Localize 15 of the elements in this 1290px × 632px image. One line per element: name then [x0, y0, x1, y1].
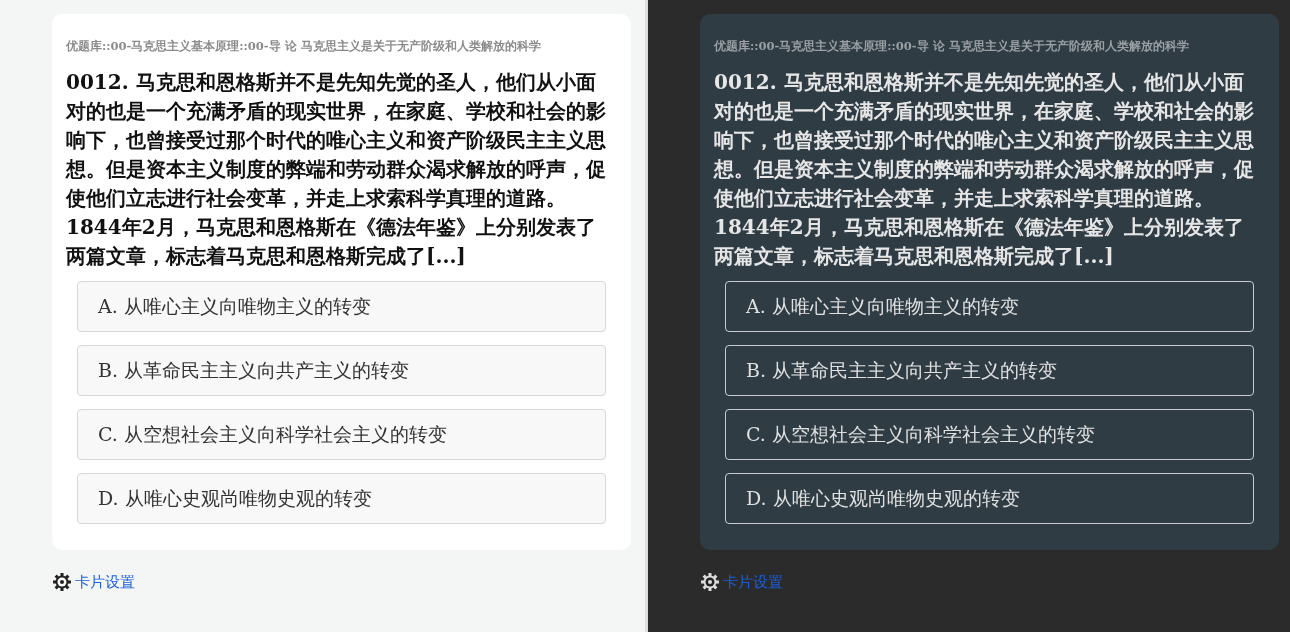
card-settings-link[interactable]: 卡片设置 [75, 572, 135, 592]
settings-icon[interactable] [700, 572, 720, 592]
question-text: 0012. 马克思和恩格斯并不是先知先觉的圣人，他们从小面对的也是一个充满矛盾的现实世界，在家庭、学校和社会的影响下，也曾接受过那个时代的唯心主义和资产阶级民主主义思想。但是资本主义制度的弊端和劳动群众渴求解放的呼声，促使他们立志进行社会变革，并走上求索科学真理的道路。1844年2月，马克思和恩格斯在《德法年鉴》上分别发表了两篇文章，标志着马克思和恩格斯完成了[...] [714, 69, 1255, 270]
answer-option[interactable]: A. 从唯心主义向唯物主义的转变 [77, 281, 606, 332]
settings-icon[interactable] [52, 572, 72, 592]
answer-option[interactable]: C. 从空想社会主义向科学社会主义的转变 [77, 409, 606, 460]
deck-path: 优题库::00-马克思主义基本原理::00-导 论 马克思主义是关于无产阶级和人类解放的科学 [66, 39, 542, 54]
deck-path: 优题库::00-马克思主义基本原理::00-导 论 马克思主义是关于无产阶级和人类解放的科学 [714, 39, 1190, 54]
answer-option[interactable]: A. 从唯心主义向唯物主义的转变 [725, 281, 1254, 332]
answer-option[interactable]: B. 从革命民主主义向共产主义的转变 [725, 345, 1254, 396]
question-text: 0012. 马克思和恩格斯并不是先知先觉的圣人，他们从小面对的也是一个充满矛盾的现实世界，在家庭、学校和社会的影响下，也曾接受过那个时代的唯心主义和资产阶级民主主义思想。但是资本主义制度的弊端和劳动群众渴求解放的呼声，促使他们立志进行社会变革，并走上求索科学真理的道路。1844年2月，马克思和恩格斯在《德法年鉴》上分别发表了两篇文章，标志着马克思和恩格斯完成了[...] [66, 69, 607, 270]
answer-option[interactable]: D. 从唯心史观尚唯物史观的转变 [725, 473, 1254, 524]
answer-option[interactable]: B. 从革命民主主义向共产主义的转变 [77, 345, 606, 396]
answer-option[interactable]: D. 从唯心史观尚唯物史观的转变 [77, 473, 606, 524]
answer-option[interactable]: C. 从空想社会主义向科学社会主义的转变 [725, 409, 1254, 460]
